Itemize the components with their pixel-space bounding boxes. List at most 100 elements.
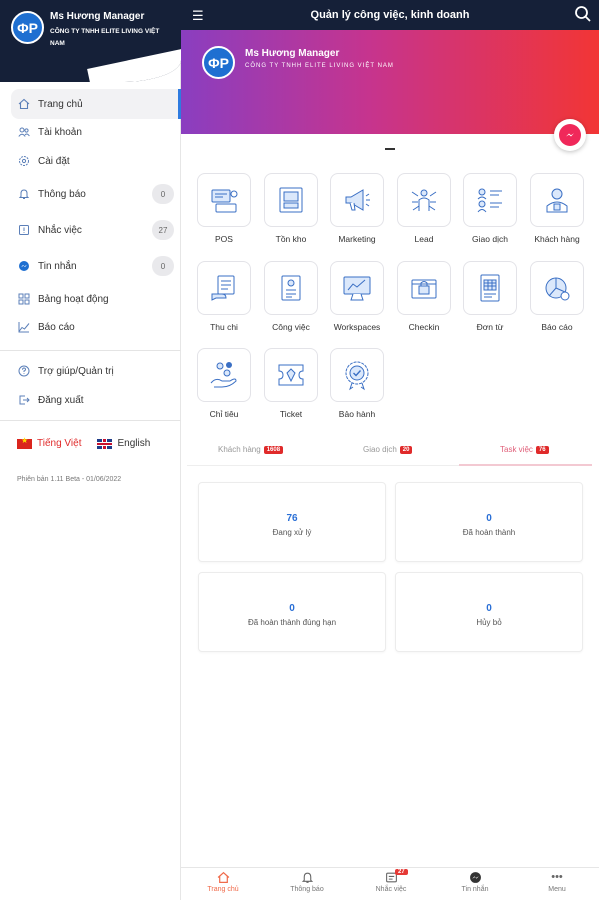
sidebar-item-label: Đăng xuất: [38, 394, 84, 406]
notification-count-badge: 0: [152, 184, 174, 204]
gear-icon: [17, 154, 31, 168]
sidebar-item-notifications[interactable]: Thông báo 0: [0, 179, 181, 209]
stat-card-cancelled[interactable]: 0 Hủy bỏ: [395, 572, 583, 652]
module-label: Tồn kho: [275, 234, 307, 244]
sidebar-item-label: Trợ giúp/Quản trị: [38, 365, 114, 377]
module-customer[interactable]: Khách hàng: [530, 173, 584, 247]
module-forms[interactable]: Đơn từ: [463, 261, 517, 335]
module-label: Chỉ tiêu: [209, 409, 239, 419]
home-icon: [181, 871, 265, 886]
sidebar-item-account[interactable]: Tài khoản: [0, 117, 181, 147]
module-label: Giao dịch: [472, 234, 508, 244]
sidebar-item-activity[interactable]: Bảng hoạt động: [0, 284, 181, 314]
stat-value: 0: [486, 513, 492, 524]
module-label: Đơn từ: [476, 322, 504, 332]
module-box: [264, 261, 318, 315]
sidebar-header: ΦΡ Ms Hương Manager CÔNG TY TNHH ELITE L…: [0, 0, 181, 82]
sidebar-item-logout[interactable]: Đăng xuất: [0, 385, 181, 415]
users-icon: [17, 125, 31, 139]
stat-value: 76: [286, 513, 298, 524]
drag-handle[interactable]: [385, 148, 395, 150]
stat-label: Đang xử lý: [272, 528, 312, 537]
bottom-nav-home[interactable]: Trang chủ: [181, 871, 265, 893]
tab-count-badge: 20: [399, 445, 413, 454]
module-transaction[interactable]: Giao dịch: [463, 173, 517, 247]
sidebar-item-reminders[interactable]: Nhắc việc 27: [0, 215, 181, 245]
module-label: Checkin: [408, 322, 440, 332]
language-vietnamese[interactable]: Tiếng Việt: [37, 438, 81, 449]
transaction-icon: [477, 188, 502, 213]
reminder-icon: 27: [349, 869, 433, 886]
help-icon: [17, 364, 31, 378]
bottom-nav-label: Menu: [548, 886, 566, 893]
module-task[interactable]: Công việc: [264, 261, 318, 335]
tab-transactions[interactable]: Giao dịch 20: [363, 445, 413, 454]
stat-card-on-time[interactable]: 0 Đã hoàn thành đúng hạn: [198, 572, 386, 652]
module-reports[interactable]: Báo cáo: [530, 261, 584, 335]
bottom-nav-menu[interactable]: ••• Menu: [515, 871, 599, 893]
sidebar-divider: [0, 350, 181, 351]
module-box: [397, 173, 451, 227]
form-icon: [480, 274, 500, 302]
module-ticket[interactable]: Ticket: [264, 348, 318, 422]
company-name: CÔNG TY TNHH ELITE LIVING VIỆT NAM: [50, 28, 160, 47]
module-inventory[interactable]: Tồn kho: [264, 173, 318, 247]
sidebar-item-label: Cài đặt: [38, 155, 70, 167]
bottom-nav-notifications[interactable]: Thông báo: [265, 871, 349, 893]
sidebar-item-settings[interactable]: Cài đặt: [0, 146, 181, 176]
cashflow-icon: [211, 275, 235, 301]
sidebar-item-label: Báo cáo: [38, 321, 75, 333]
bottom-nav-messages[interactable]: Tin nhắn: [433, 871, 517, 893]
stat-card-completed[interactable]: 0 Đã hoàn thành: [395, 482, 583, 562]
banner-profile-name: Ms Hương Manager: [245, 48, 340, 59]
more-icon: •••: [551, 871, 563, 883]
module-cashflow[interactable]: Thu chi: [197, 261, 251, 335]
sidebar-item-reports[interactable]: Báo cáo: [0, 312, 181, 342]
bell-icon: [265, 871, 349, 886]
ticket-icon: [278, 364, 304, 386]
sidebar-item-help[interactable]: Trợ giúp/Quản trị: [0, 356, 181, 386]
bell-icon: [17, 187, 31, 201]
customer-icon: [546, 188, 568, 213]
profile-name: Ms Hương Manager: [50, 11, 145, 22]
sidebar-item-messages[interactable]: Tin nhắn 0: [0, 251, 181, 281]
sidebar-item-label: Trang chủ: [38, 98, 83, 110]
reminder-count-badge: 27: [152, 220, 174, 240]
tab-label: Khách hàng: [218, 445, 261, 454]
company-logo: ΦΡ: [11, 11, 44, 44]
stat-card-in-progress[interactable]: 76 Đang xử lý: [198, 482, 386, 562]
grid-icon: [17, 292, 31, 306]
module-targets[interactable]: Chỉ tiêu: [197, 348, 251, 422]
language-english[interactable]: English: [117, 438, 150, 449]
module-checkin[interactable]: Checkin: [397, 261, 451, 335]
module-label: POS: [215, 234, 233, 244]
bottom-nav-reminders[interactable]: 27 Nhắc việc: [349, 869, 433, 893]
bottom-nav-label: Thông báo: [290, 886, 324, 893]
module-label: Bảo hành: [338, 409, 376, 419]
messenger-button[interactable]: [554, 119, 586, 151]
profile-banner: ΦΡ Ms Hương Manager CÔNG TY TNHH ELITE L…: [181, 30, 599, 134]
target-icon: [210, 362, 237, 388]
sidebar-item-label: Thông báo: [38, 188, 86, 200]
module-marketing[interactable]: Marketing: [330, 173, 384, 247]
sidebar-item-label: Nhắc việc: [38, 224, 82, 236]
module-warranty[interactable]: Bảo hành: [330, 348, 384, 422]
messenger-icon: [433, 871, 517, 886]
module-pos[interactable]: POS: [197, 173, 251, 247]
stat-label: Hủy bỏ: [476, 618, 502, 627]
module-label: Lead: [414, 234, 434, 244]
search-icon[interactable]: [574, 5, 592, 23]
app-version: Phiên bản 1.11 Beta - 01/06/2022: [17, 476, 122, 483]
vietnam-flag-icon: [17, 436, 32, 449]
sidebar-item-home[interactable]: Trang chủ: [11, 89, 181, 119]
workspace-icon: [343, 276, 371, 301]
stat-value: 0: [289, 603, 295, 614]
module-workspaces[interactable]: Workspaces: [330, 261, 384, 335]
module-box: [463, 173, 517, 227]
module-lead[interactable]: Lead: [397, 173, 451, 247]
active-tab-indicator: [459, 464, 592, 466]
tab-customers[interactable]: Khách hàng 1608: [218, 445, 284, 454]
language-switcher: Tiếng Việt English: [17, 436, 150, 449]
tab-tasks[interactable]: Task việc 76: [500, 445, 549, 454]
module-label: Ticket: [279, 409, 303, 419]
